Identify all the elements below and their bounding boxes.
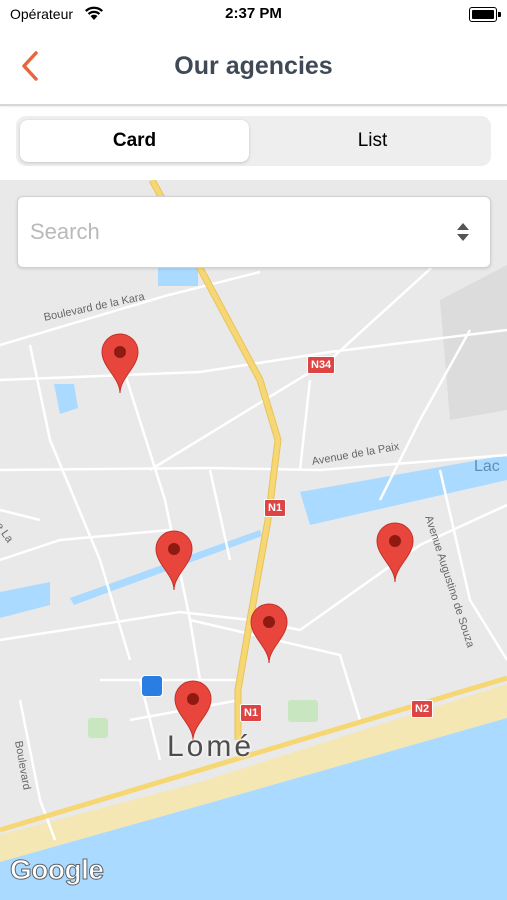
sort-arrows-icon[interactable] — [456, 221, 470, 243]
shield-n34: N34 — [307, 356, 336, 374]
agency-marker[interactable] — [154, 530, 194, 590]
city-label: Lomé — [167, 730, 255, 763]
search-input[interactable] — [28, 215, 442, 249]
status-bar: Opérateur 2:37 PM — [0, 0, 507, 28]
shield-n1-upper: N1 — [264, 499, 287, 517]
page-title: Our agencies — [174, 52, 333, 80]
search-box — [17, 196, 491, 268]
shield-n2: N2 — [411, 700, 434, 718]
agency-marker[interactable] — [375, 522, 415, 582]
google-attribution-logo: Google — [9, 854, 104, 886]
agency-marker[interactable] — [249, 603, 289, 663]
view-segmented-control: Card List — [16, 116, 491, 166]
tab-card[interactable]: Card — [20, 120, 249, 162]
navigation-bar: Our agencies — [0, 28, 507, 106]
map-view[interactable]: Boulevard de la Kara Avenue de la Paix A… — [0, 180, 507, 900]
road-label-lac: Lac — [474, 458, 500, 475]
shield-n1-lower: N1 — [240, 704, 263, 722]
agency-marker[interactable] — [100, 333, 140, 393]
battery-icon — [469, 7, 501, 22]
train-station-icon — [141, 675, 163, 697]
status-time: 2:37 PM — [225, 5, 282, 22]
tab-list[interactable]: List — [258, 120, 487, 162]
